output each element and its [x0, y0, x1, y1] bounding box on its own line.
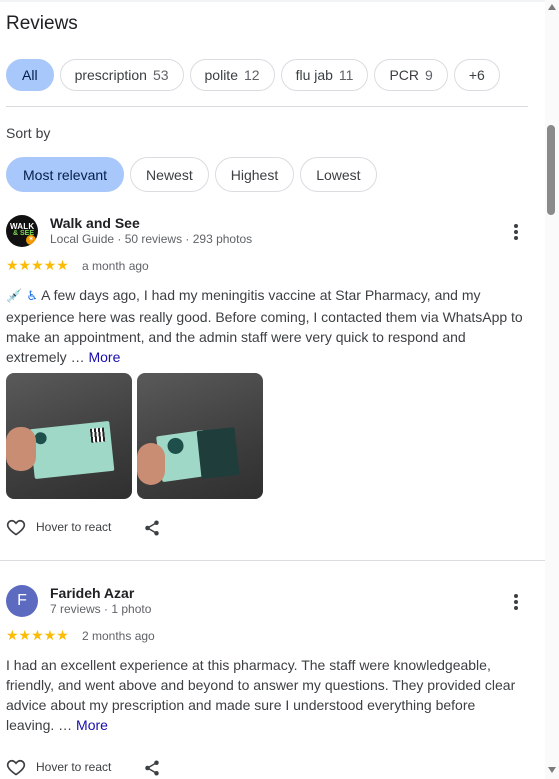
more-link[interactable]: More [88, 349, 120, 365]
filter-chip-pcr[interactable]: PCR 9 [374, 59, 448, 91]
filter-chip-all[interactable]: All [6, 59, 54, 91]
scrollbar-thumb[interactable] [547, 125, 555, 215]
filter-count: 12 [243, 67, 260, 83]
reviewer-meta: Local Guide · 50 reviews · 293 photos [50, 232, 253, 246]
reviews-title: Reviews [6, 13, 78, 34]
review-text: I had an excellent experience at this ph… [6, 657, 516, 733]
sort-highest[interactable]: Highest [214, 157, 295, 192]
review-date: 2 months ago [82, 629, 155, 643]
top-divider [0, 0, 545, 2]
filters-divider [6, 106, 528, 107]
sort-options: Most relevant Newest Highest Lowest [6, 157, 377, 192]
review-photo[interactable] [137, 373, 263, 499]
kebab-menu-icon[interactable] [506, 222, 526, 242]
star-rating: ★★★★★ [6, 257, 69, 273]
sort-newest[interactable]: Newest [130, 157, 209, 192]
heart-outline-icon [6, 759, 26, 776]
sort-lowest[interactable]: Lowest [300, 157, 377, 192]
scroll-up-icon[interactable] [548, 4, 556, 10]
filter-chips: All prescription 53 polite 12 flu jab 11 PC… [6, 59, 500, 91]
reviewer-name[interactable]: Walk and See [50, 215, 140, 231]
filter-count: 11 [338, 67, 354, 83]
more-link[interactable]: More [76, 717, 108, 733]
review-date: a month ago [82, 259, 149, 273]
filter-chip-more[interactable]: +6 [453, 59, 500, 91]
reviewer-name[interactable]: Farideh Azar [50, 585, 134, 601]
review-emoji: 💉 ♿ [6, 289, 38, 304]
reviewer-meta: 7 reviews · 1 photo [50, 602, 152, 616]
review-text: 💉 ♿ A few days ago, I had my meningitis … [6, 287, 523, 365]
heart-outline-icon [6, 519, 26, 536]
sort-most-relevant[interactable]: Most relevant [6, 157, 125, 192]
react-control[interactable]: Hover to react [6, 757, 111, 777]
review-photo[interactable] [6, 373, 132, 499]
react-label: Hover to react [36, 760, 112, 774]
filter-chip-polite[interactable]: polite 12 [189, 59, 275, 91]
filter-chip-flu-jab[interactable]: flu jab 11 [280, 59, 369, 91]
reviews-panel: Reviews All prescription 53 polite 12 flu … [0, 0, 545, 779]
review-divider [0, 560, 545, 561]
star-rating: ★★★★★ [6, 627, 69, 643]
react-control[interactable]: Hover to react [6, 517, 111, 537]
share-icon[interactable] [143, 759, 161, 777]
business-card-image [29, 420, 115, 480]
scrollbar[interactable] [545, 0, 559, 779]
filter-chip-prescription[interactable]: prescription 53 [59, 59, 184, 91]
scroll-down-icon[interactable] [548, 767, 556, 773]
filter-count: 53 [152, 67, 169, 83]
sort-by-label: Sort by [6, 125, 51, 141]
filter-count: 9 [425, 67, 433, 83]
local-guide-badge-icon: ✶ [26, 235, 36, 245]
kebab-menu-icon[interactable] [506, 592, 526, 612]
share-icon[interactable] [143, 519, 161, 537]
reviewer-avatar[interactable]: F [6, 585, 38, 617]
react-label: Hover to react [36, 520, 112, 534]
reviewer-avatar[interactable]: WALK & SEE ✶ [6, 215, 38, 247]
